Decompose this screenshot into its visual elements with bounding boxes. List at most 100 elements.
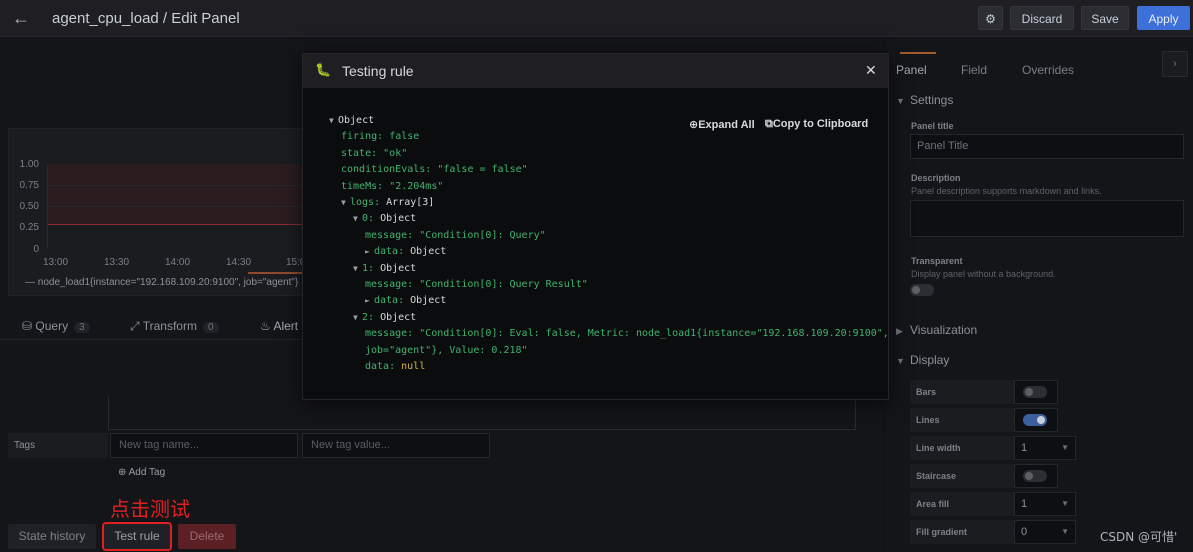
caret-down-icon: ▼ — [1061, 443, 1069, 452]
plus-circle-icon: ⊕ — [118, 467, 127, 478]
tag-value-input[interactable]: New tag value... — [302, 433, 490, 458]
transparent-hint: Display panel without a background. — [911, 269, 1056, 279]
y-tick: 0.50 — [19, 201, 39, 212]
message-textarea[interactable] — [108, 396, 856, 430]
x-tick: 13:30 — [104, 257, 130, 268]
graph-legend[interactable]: — node_load1{instance="192.168.109.20:91… — [25, 277, 298, 288]
chevron-down-icon: ▼ — [896, 356, 905, 366]
caret-down-icon: ▼ — [353, 313, 358, 322]
display-lines-label: Lines — [910, 408, 1014, 432]
y-tick: 0.75 — [19, 180, 39, 191]
gear-icon: ⚙ — [985, 12, 996, 26]
testing-rule-modal: 🐛 Testing rule ✕ ⊕Expand All ⧉Copy to Cl… — [302, 53, 889, 400]
panel-title-input[interactable]: Panel Title — [910, 134, 1184, 159]
section-settings[interactable]: ▼ Settings — [896, 93, 953, 107]
json-row[interactable]: ► data: Object — [365, 295, 446, 306]
lines-toggle[interactable] — [1023, 414, 1047, 426]
json-row: message: "Condition[0]: Query" — [365, 230, 546, 241]
add-tag-button[interactable]: ⊕ Add Tag — [112, 462, 174, 484]
display-staircase-label: Staircase — [910, 464, 1014, 488]
caret-down-icon: ▼ — [1061, 527, 1069, 536]
apply-button[interactable]: Apply — [1137, 6, 1190, 30]
json-logs[interactable]: ▼ logs: Array[3] — [341, 197, 434, 208]
expand-all-button[interactable]: ⊕Expand All — [689, 118, 755, 131]
tag-name-input[interactable]: New tag name... — [110, 433, 298, 458]
json-log-item[interactable]: ▼ 1: Object — [353, 263, 416, 274]
description-textarea[interactable] — [910, 200, 1184, 237]
plus-circle-icon: ⊕ — [689, 119, 699, 131]
tab-field[interactable]: Field — [961, 63, 987, 77]
json-row: job="agent"}, Value: 0.218" — [365, 345, 528, 356]
json-row: message: "Condition[0]: Eval: false, Met… — [365, 328, 889, 339]
top-bar: ← agent_cpu_load / Edit Panel ⚙ Discard … — [0, 0, 1193, 37]
tags-label: Tags — [8, 433, 108, 458]
modal-header: 🐛 Testing rule ✕ — [303, 54, 888, 88]
section-visualization[interactable]: ▶ Visualization — [896, 323, 977, 337]
bars-toggle-wrap — [1014, 380, 1058, 404]
chevron-right-icon: › — [1173, 58, 1177, 70]
tab-overrides[interactable]: Overrides — [1022, 63, 1074, 77]
close-icon[interactable]: ✕ — [865, 62, 877, 79]
copy-icon: ⧉ — [765, 118, 773, 130]
tab-panel[interactable]: Panel — [896, 63, 927, 77]
chevron-right-icon: ▶ — [896, 326, 903, 336]
transparent-label: Transparent — [911, 256, 963, 266]
json-row: state: "ok" — [341, 148, 408, 159]
json-log-item[interactable]: ▼ 0: Object — [353, 213, 416, 224]
bell-icon: ♨ — [260, 319, 271, 333]
description-label: Description — [911, 173, 961, 183]
tab-alert[interactable]: ♨ Alert — [260, 319, 298, 333]
json-root[interactable]: ▼ Object — [329, 115, 374, 126]
caret-right-icon: ► — [365, 247, 370, 256]
modal-body: ⊕Expand All ⧉Copy to Clipboard ▼ Object f… — [303, 88, 889, 399]
page-title: agent_cpu_load / Edit Panel — [52, 10, 240, 27]
json-row: firing: false — [341, 131, 420, 142]
state-history-button[interactable]: State history — [8, 524, 96, 549]
line-width-select[interactable]: 1 ▼ — [1014, 436, 1076, 460]
staircase-toggle-wrap — [1014, 464, 1058, 488]
description-hint: Panel description supports markdown and … — [911, 186, 1102, 196]
x-tick: 13:00 — [43, 257, 69, 268]
fill-gradient-select[interactable]: 0 ▼ — [1014, 520, 1076, 544]
tab-count: 0 — [202, 322, 219, 333]
annotation-text: 点击测试 — [110, 497, 190, 521]
save-button[interactable]: Save — [1081, 6, 1129, 30]
options-pane: Panel Field Overrides › ▼ Settings Panel … — [884, 38, 1193, 552]
collapse-pane-button[interactable]: › — [1162, 51, 1188, 77]
bars-toggle[interactable] — [1023, 386, 1047, 398]
json-log-item[interactable]: ▼ 2: Object — [353, 312, 416, 323]
json-row[interactable]: ► data: Object — [365, 246, 446, 257]
discard-button[interactable]: Discard — [1010, 6, 1074, 30]
display-area-fill-label: Area fill — [910, 492, 1014, 516]
database-icon: ⛁ — [22, 319, 33, 333]
test-rule-button[interactable]: Test rule — [102, 522, 172, 551]
area-fill-select[interactable]: 1 ▼ — [1014, 492, 1076, 516]
bug-icon: 🐛 — [315, 62, 332, 77]
caret-down-icon: ▼ — [341, 198, 346, 207]
x-tick: 14:30 — [226, 257, 252, 268]
display-fill-gradient-label: Fill gradient — [910, 520, 1014, 544]
caret-down-icon: ▼ — [353, 264, 358, 273]
json-row: message: "Condition[0]: Query Result" — [365, 279, 588, 290]
delete-button[interactable]: Delete — [178, 524, 236, 549]
json-row: data: null — [365, 361, 426, 372]
y-tick: 0.25 — [19, 222, 39, 233]
section-display[interactable]: ▼ Display — [896, 353, 949, 367]
y-tick: 0 — [33, 244, 39, 255]
tab-query[interactable]: ⛁ Query 3 — [22, 319, 90, 333]
json-row: timeMs: "2.204ms" — [341, 181, 444, 192]
staircase-toggle[interactable] — [1023, 470, 1047, 482]
caret-down-icon: ▼ — [353, 214, 358, 223]
modal-title: Testing rule — [342, 63, 414, 79]
chevron-down-icon: ▼ — [896, 96, 905, 106]
back-arrow-icon[interactable]: ← — [10, 8, 32, 28]
settings-button[interactable]: ⚙ — [978, 6, 1003, 30]
panel-title-label: Panel title — [911, 121, 954, 131]
display-line-width-label: Line width — [910, 436, 1014, 460]
lines-toggle-wrap — [1014, 408, 1058, 432]
transparent-toggle[interactable] — [910, 284, 934, 296]
active-tab-indicator — [248, 272, 308, 274]
watermark: CSDN @可惜' — [1100, 530, 1178, 544]
copy-to-clipboard-button[interactable]: ⧉Copy to Clipboard — [765, 118, 868, 131]
tab-transform[interactable]: ⤢ Transform 0 — [130, 319, 219, 334]
